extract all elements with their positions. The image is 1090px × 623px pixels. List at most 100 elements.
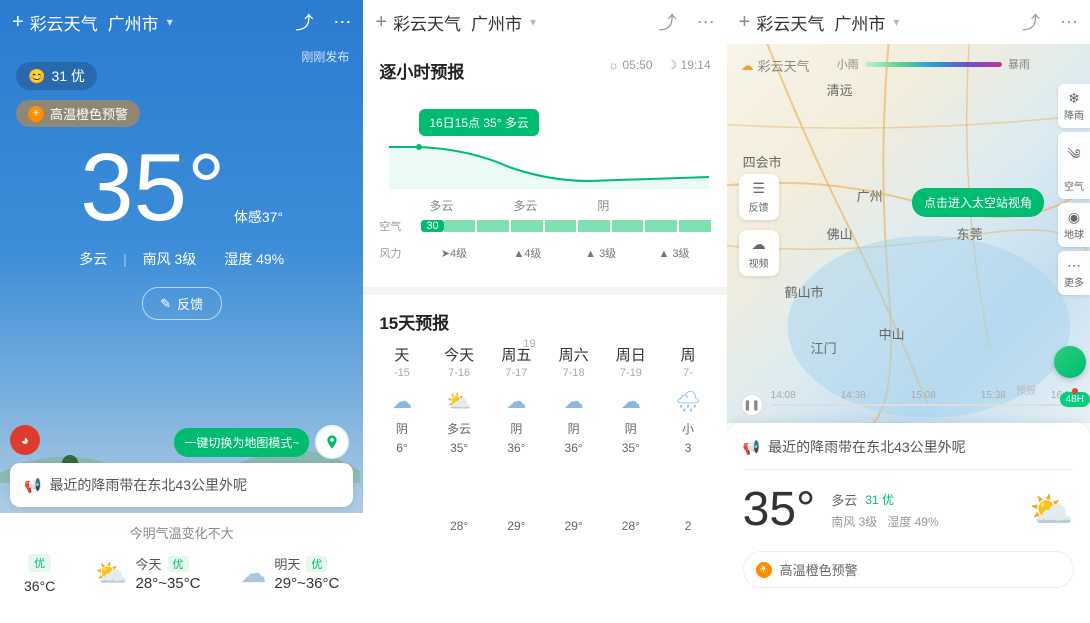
more-icon[interactable]: ⋯ xyxy=(333,12,351,33)
hourly-title: 逐小时预报 xyxy=(379,63,464,82)
15day-forecast-section: 15天预报 19 天 -15 ☁ 阴 6° 今天 7-16 ⛅ 多云 35° 2… xyxy=(363,295,726,533)
tomorrow-item[interactable]: ☁ 明天优 29°~36°C xyxy=(240,554,339,592)
rain-intensity-scale: 小雨 暴雨 xyxy=(837,56,1030,72)
map-mode-pane: + 彩云天气 广州市 ▾ ⤴ ⋯ ☁ 彩云天气 小雨 暴雨 ❄降雨 ༄空气 ◉地球 ⋯… xyxy=(727,0,1090,623)
map-pin-icon[interactable] xyxy=(315,425,349,459)
wind: 南风 3级 xyxy=(143,251,197,267)
map-side-tool-视频[interactable]: ☁视频 xyxy=(739,230,779,276)
day-condition: 阴 xyxy=(602,420,659,437)
sheet-warning[interactable]: ☀ 高温橙色预警 xyxy=(743,551,1074,588)
main-temperature: 35° 体感37° xyxy=(0,133,363,243)
forecast-day-col[interactable]: 天 -15 ☁ 阴 6° xyxy=(373,344,430,533)
hourly-forecast-section: 逐小时预报 ☼ 05:50 ☽ 19:14 16日15点 35° 多云 多云 多… xyxy=(363,44,726,295)
forecast-detail-pane: + 彩云天气 广州市 ▾ ⤴ ⋯ 逐小时预报 ☼ 05:50 ☽ 19:14 1… xyxy=(363,0,726,623)
day-date: -15 xyxy=(373,367,430,379)
smile-icon: 😊 xyxy=(28,68,45,85)
city-name[interactable]: 广州市 xyxy=(471,10,522,35)
day-low: 2 xyxy=(659,519,716,533)
add-city-icon[interactable]: + xyxy=(739,11,751,34)
day-label: 周五 xyxy=(488,344,545,365)
timeline-time: 15:38 xyxy=(981,390,1006,401)
sheet-main-row: 35° 多云 31 优 南风 3级 湿度 49% ⛅ xyxy=(743,482,1074,537)
sun-warn-icon: ☀ xyxy=(28,106,44,122)
today-item[interactable]: ⛅ 今天优 28°~35°C xyxy=(95,554,200,592)
publish-time: 刚刚发布 xyxy=(301,48,349,65)
map-city-label[interactable]: 四会市 xyxy=(743,152,782,171)
header: + 彩云天气 广州市 ▾ ⤴ ⋯ xyxy=(363,0,726,44)
feedback-button[interactable]: ✎ 反馈 xyxy=(142,287,222,320)
more-icon[interactable]: ⋯ xyxy=(1060,12,1078,33)
share-icon[interactable]: ⤴ xyxy=(295,9,313,35)
map-city-label[interactable]: 清远 xyxy=(827,80,853,99)
day-label: 周六 xyxy=(545,344,602,365)
map-city-label[interactable]: 江门 xyxy=(811,338,837,357)
today-card-title: 今明气温变化不大 xyxy=(0,523,363,542)
map-mode-tip[interactable]: 一键切换为地图模式~ xyxy=(174,425,349,459)
temperature-curve xyxy=(389,139,709,189)
sheet-aqi: 31 优 xyxy=(865,491,894,508)
add-city-icon[interactable]: + xyxy=(12,11,24,34)
timeline-time: 14:08 xyxy=(771,390,796,401)
day-condition: 阴 xyxy=(545,420,602,437)
scale-gradient xyxy=(865,62,1002,67)
rain-notice-card[interactable]: 📢 最近的降雨带在东北43公里外呢 xyxy=(10,463,353,507)
timeline-track[interactable]: 预报 14:0814:3815:0815:3816:08 48H xyxy=(771,404,1076,406)
forecast-title: 15天预报 xyxy=(373,309,716,334)
speaker-icon: 📢 xyxy=(743,439,760,456)
forecast-day-col[interactable]: 周日 7-19 ☁ 阴 35° 28° xyxy=(602,344,659,533)
air-quality-row: 空气 30 xyxy=(379,218,710,234)
humidity: 湿度 49% xyxy=(224,251,284,267)
space-station-tip[interactable]: 点击进入太空站视角 xyxy=(912,188,1044,217)
weather-icon: 🌧 xyxy=(659,389,716,414)
playback-timeline[interactable]: ❚❚ 预报 14:0814:3815:0815:3816:08 48H xyxy=(727,389,1090,421)
forecast-columns[interactable]: 天 -15 ☁ 阴 6° 今天 7-16 ⛅ 多云 35° 28° 周五 7-1… xyxy=(373,344,716,533)
aqi-badge[interactable]: 😊 31 优 xyxy=(16,62,97,90)
weather-bottom-sheet[interactable]: 📢 最近的降雨带在东北43公里外呢 35° 多云 31 优 南风 3级 湿度 4… xyxy=(727,423,1090,623)
48h-badge[interactable]: 48H xyxy=(1060,392,1090,407)
add-city-icon[interactable]: + xyxy=(375,11,387,34)
map-tool-地球[interactable]: ◉地球 xyxy=(1058,203,1090,247)
tool-icon: ◉ xyxy=(1060,209,1088,226)
day-high: 6° xyxy=(373,441,430,455)
share-icon[interactable]: ⤴ xyxy=(1022,9,1040,35)
weather-warning-badge[interactable]: ☀ 高温橙色预警 xyxy=(16,100,140,127)
forecast-day-col[interactable]: 今天 7-16 ⛅ 多云 35° 28° xyxy=(431,344,488,533)
forecast-day-col[interactable]: 周五 7-17 ☁ 阴 36° 29° xyxy=(488,344,545,533)
tool-icon: ༄ xyxy=(1060,138,1088,178)
app-title: 彩云天气 xyxy=(30,10,98,35)
map-tool-更多[interactable]: ⋯更多 xyxy=(1058,251,1090,295)
right-toolbar: ❄降雨 ༄空气 ◉地球 ⋯更多 xyxy=(1058,84,1090,295)
map-city-label[interactable]: 东莞 xyxy=(957,224,983,243)
map-brand: ☁ 彩云天气 xyxy=(741,56,810,75)
pencil-icon: ✎ xyxy=(160,296,171,312)
map-city-label[interactable]: 鹤山市 xyxy=(785,282,824,301)
locate-fab[interactable] xyxy=(1054,346,1086,378)
map-tool-降雨[interactable]: ❄降雨 xyxy=(1058,84,1090,128)
day-date: 7- xyxy=(659,367,716,379)
partial-left-col: 优 36°C xyxy=(24,552,55,594)
header: + 彩云天气 广州市 ▾ ⤴ ⋯ xyxy=(727,0,1090,44)
day-low: 29° xyxy=(488,519,545,533)
day-low: 29° xyxy=(545,519,602,533)
day-low: 28° xyxy=(431,519,488,533)
city-name[interactable]: 广州市 xyxy=(834,10,885,35)
pause-icon[interactable]: ❚❚ xyxy=(741,394,763,416)
partly-cloudy-icon: ⛅ xyxy=(1029,489,1074,531)
tool-icon: ❄ xyxy=(1060,90,1088,107)
forecast-day-col[interactable]: 周 7- 🌧 小 3 2 xyxy=(659,344,716,533)
conditions-row: 多云 | 南风 3级 湿度 49% xyxy=(0,249,363,269)
hourly-chart[interactable]: 16日15点 35° 多云 多云 多云 阴 空气 30 风力 ➤4级 ▲4级 ▲… xyxy=(379,103,710,273)
map-side-tool-反馈[interactable]: ☰反馈 xyxy=(739,174,779,220)
map-city-label[interactable]: 佛山 xyxy=(827,224,853,243)
share-icon[interactable]: ⤴ xyxy=(659,9,677,35)
forecast-day-col[interactable]: 周六 7-18 ☁ 阴 36° 29° xyxy=(545,344,602,533)
map-area[interactable]: ☁ 彩云天气 小雨 暴雨 ❄降雨 ༄空气 ◉地球 ⋯更多 ☰反馈 ☁视频 点击进入太空站… xyxy=(727,44,1090,423)
day-high: 36° xyxy=(545,441,602,455)
city-name[interactable]: 广州市 xyxy=(108,10,159,35)
map-city-label[interactable]: 广州 xyxy=(857,186,883,205)
more-icon[interactable]: ⋯ xyxy=(697,12,715,33)
day-label: 天 xyxy=(373,344,430,365)
map-city-label[interactable]: 中山 xyxy=(879,324,905,343)
mascot-icon[interactable]: ◕ xyxy=(10,425,40,455)
map-tool-空气[interactable]: ༄空气 xyxy=(1058,132,1090,199)
